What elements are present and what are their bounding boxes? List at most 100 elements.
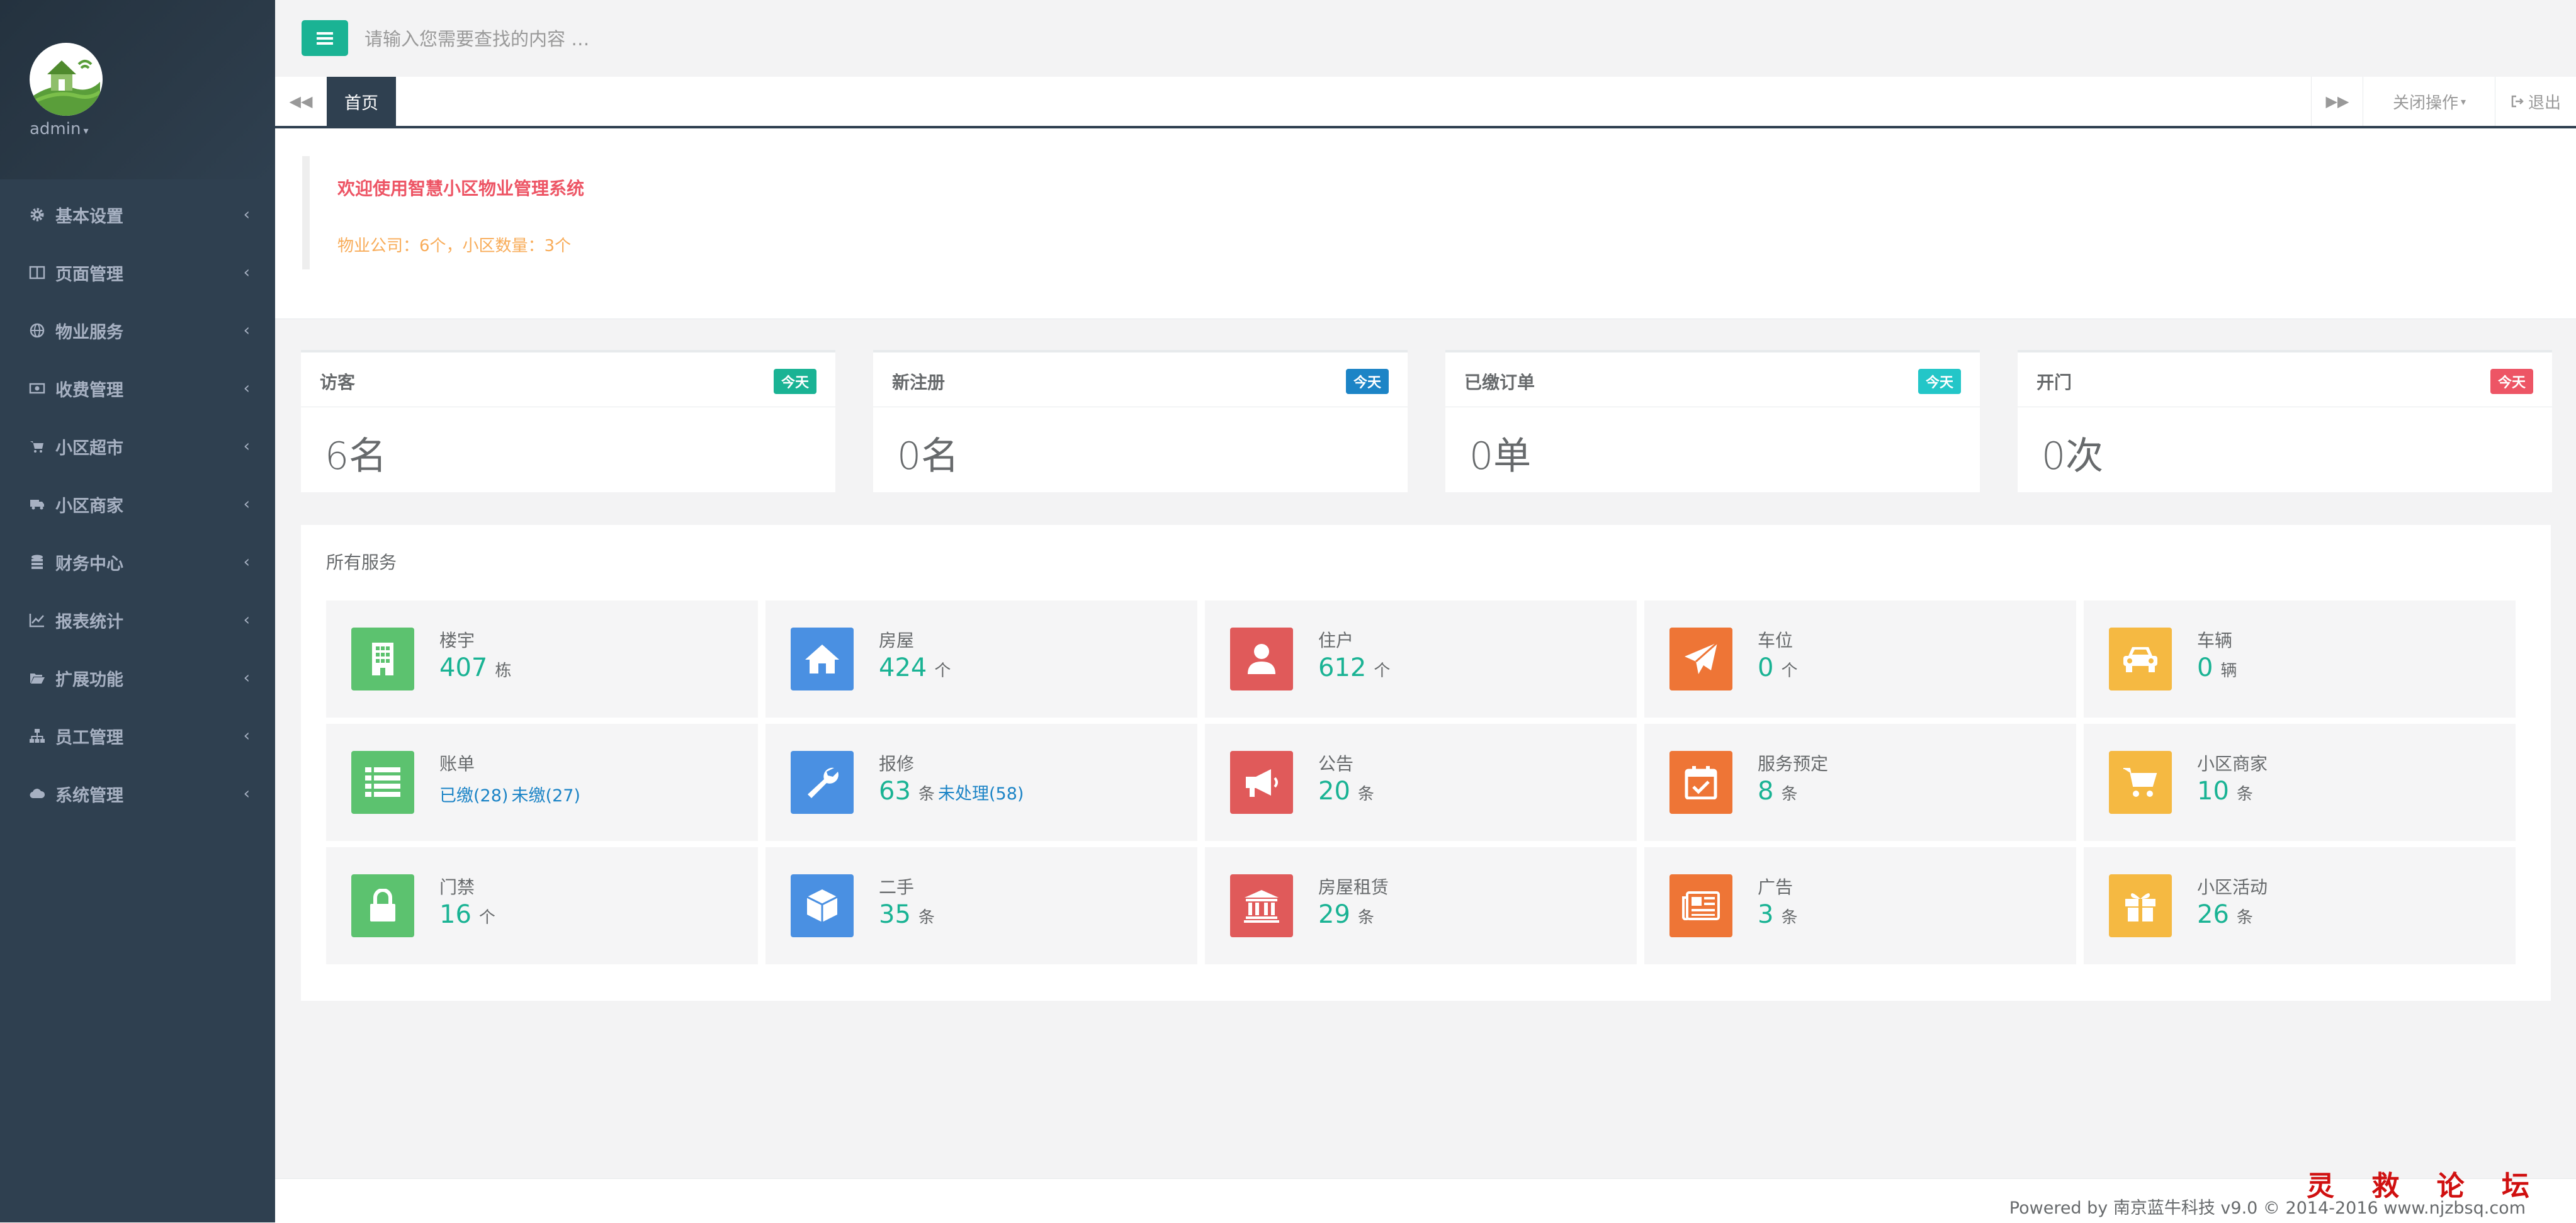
service-tile-announcements[interactable]: 公告 20 条 xyxy=(1205,724,1637,841)
watermark: 灵 救 论 坛 xyxy=(2307,1170,2543,1202)
sidebar-item-extensions[interactable]: 扩展功能 ‹ xyxy=(0,649,275,707)
stat-card-value: 0次 xyxy=(2042,434,2104,478)
tile-count: 424 xyxy=(879,653,927,682)
stat-card-header: 新注册 今天 xyxy=(873,352,1408,407)
service-tile-parking-spaces[interactable]: 车位 0个 xyxy=(1644,600,2076,718)
service-tile-access-control[interactable]: 门禁 16 个 xyxy=(326,847,758,964)
stat-card-value: 6名 xyxy=(325,434,387,478)
stat-card-value: 0名 xyxy=(897,434,959,478)
sidebar-toggle-button[interactable] xyxy=(302,20,348,56)
sidebar-item-community-merchants[interactable]: 小区商家 ‹ xyxy=(0,475,275,533)
paid-bills-link[interactable]: 已缴(28) xyxy=(439,786,508,806)
tile-count: 10 xyxy=(2197,777,2229,806)
chevron-left-icon: ‹ xyxy=(243,553,250,572)
sidebar-item-label: 报表统计 xyxy=(55,612,123,632)
chevron-left-icon: ‹ xyxy=(243,495,250,514)
tile-label: 广告 xyxy=(1758,877,1794,898)
gift-icon xyxy=(2109,874,2172,937)
service-tile-houses[interactable]: 房屋 424 个 xyxy=(765,600,1197,718)
service-tile-service-booking[interactable]: 服务预定 8条 xyxy=(1644,724,2076,841)
tile-label: 报修 xyxy=(879,753,915,774)
services-title: 所有服务 xyxy=(326,552,397,573)
tile-label: 二手 xyxy=(879,877,915,898)
stat-card-header: 访客 今天 xyxy=(301,352,835,407)
service-tile-bills[interactable]: 账单 已缴(28) 未缴(27) xyxy=(326,724,758,841)
stat-card-visitors: 访客 今天 6名 xyxy=(301,350,835,492)
tile-label: 车位 xyxy=(1758,630,1794,651)
service-tile-repairs[interactable]: 报修 63 条 未处理(58) xyxy=(765,724,1197,841)
sidebar-item-property-service[interactable]: 物业服务 ‹ xyxy=(0,302,275,359)
gear-icon xyxy=(30,208,44,222)
tile-label: 账单 xyxy=(439,753,475,774)
service-tile-merchants[interactable]: 小区商家 10 条 xyxy=(2084,724,2516,841)
sidebar-item-label: 页面管理 xyxy=(55,264,123,285)
tab-home[interactable]: 首页 xyxy=(327,77,396,126)
tab-scroll-left-button[interactable]: ◀◀ xyxy=(275,77,327,126)
close-operations-label: 关闭操作 xyxy=(2392,93,2458,113)
stat-card-new-registrations: 新注册 今天 0名 xyxy=(873,350,1408,492)
building-icon xyxy=(351,628,414,690)
chevron-left-icon: ‹ xyxy=(243,784,250,803)
unpaid-bills-link[interactable]: 未缴(27) xyxy=(512,786,580,806)
sidebar-item-staff-management[interactable]: 员工管理 ‹ xyxy=(0,707,275,765)
tile-unit: 个 xyxy=(478,908,495,927)
tile-label: 住户 xyxy=(1318,630,1354,651)
sidebar-item-label: 基本设置 xyxy=(55,206,123,227)
tile-label: 服务预定 xyxy=(1758,753,1829,774)
avatar[interactable] xyxy=(30,43,103,116)
sidebar-item-page-management[interactable]: 页面管理 ‹ xyxy=(0,244,275,302)
sitemap-icon xyxy=(30,729,45,743)
tab-scroll-right-button[interactable]: ▶▶ xyxy=(2311,77,2363,126)
chevron-left-icon: ‹ xyxy=(243,668,250,687)
sidebar-item-community-market[interactable]: 小区超市 ‹ xyxy=(0,417,275,475)
sidebar-item-basic-settings[interactable]: 基本设置 ‹ xyxy=(0,186,275,244)
welcome-callout: 欢迎使用智慧小区物业管理系统 物业公司：6个，小区数量：3个 xyxy=(302,156,584,269)
service-tile-residents[interactable]: 住户 612 个 xyxy=(1205,600,1637,718)
sidebar-item-finance-center[interactable]: 财务中心 ‹ xyxy=(0,533,275,591)
chevron-left-icon: ‹ xyxy=(243,437,250,456)
tile-unit: 个 xyxy=(934,662,951,680)
close-operations-dropdown[interactable]: 关闭操作 ▾ xyxy=(2363,77,2495,126)
house-logo-icon xyxy=(33,60,101,116)
database-icon xyxy=(31,555,43,569)
sidebar-item-system-management[interactable]: 系统管理 ‹ xyxy=(0,765,275,823)
footer: Powered by 南京蓝牛科技 v9.0 © 2014-2016 www.n… xyxy=(275,1178,2576,1223)
tile-label: 门禁 xyxy=(439,877,475,898)
paper-plane-icon xyxy=(1669,628,1732,690)
sidebar-item-label: 收费管理 xyxy=(55,380,123,400)
service-tile-second-hand[interactable]: 二手 35 条 xyxy=(765,847,1197,964)
sidebar-item-report-stats[interactable]: 报表统计 ‹ xyxy=(0,591,275,649)
user-menu[interactable]: admin ▾ xyxy=(30,120,89,138)
welcome-title: 欢迎使用智慧小区物业管理系统 xyxy=(337,178,585,199)
sidebar-item-label: 小区商家 xyxy=(55,496,123,516)
tile-label: 车辆 xyxy=(2197,630,2233,651)
tile-label: 房屋 xyxy=(879,630,915,651)
pending-repairs-link[interactable]: 未处理(58) xyxy=(938,784,1024,804)
bank-icon xyxy=(1230,874,1293,937)
stat-card-header: 已缴订单 今天 xyxy=(1445,352,1980,407)
newspaper-icon xyxy=(1669,874,1732,937)
logout-label: 退出 xyxy=(2528,93,2561,113)
chevron-left-icon: ‹ xyxy=(243,205,250,224)
chevron-left-icon: ‹ xyxy=(243,611,250,629)
service-tile-vehicles[interactable]: 车辆 0辆 xyxy=(2084,600,2516,718)
bars-icon xyxy=(317,31,333,45)
money-icon xyxy=(29,383,45,394)
logout-button[interactable]: 退出 xyxy=(2495,77,2576,126)
tile-unit: 栋 xyxy=(495,662,512,680)
tile-count: 63 xyxy=(879,777,911,806)
search-input[interactable] xyxy=(363,19,932,59)
service-tile-community-events[interactable]: 小区活动 26 条 xyxy=(2084,847,2516,964)
sidebar-item-label: 小区超市 xyxy=(55,438,123,458)
service-tile-buildings[interactable]: 楼宇 407 栋 xyxy=(326,600,758,718)
service-tile-ads[interactable]: 广告 3条 xyxy=(1644,847,2076,964)
tile-count: 3 xyxy=(1758,900,1774,929)
sidebar-item-fee-management[interactable]: 收费管理 ‹ xyxy=(0,359,275,417)
tile-count: 612 xyxy=(1318,653,1367,682)
tile-count: 26 xyxy=(2197,900,2229,929)
chevron-left-icon: ‹ xyxy=(243,379,250,398)
service-tile-house-rental[interactable]: 房屋租赁 29 条 xyxy=(1205,847,1637,964)
tab-label: 首页 xyxy=(344,93,378,113)
tile-unit: 条 xyxy=(918,785,935,804)
tile-unit: 条 xyxy=(918,908,935,927)
